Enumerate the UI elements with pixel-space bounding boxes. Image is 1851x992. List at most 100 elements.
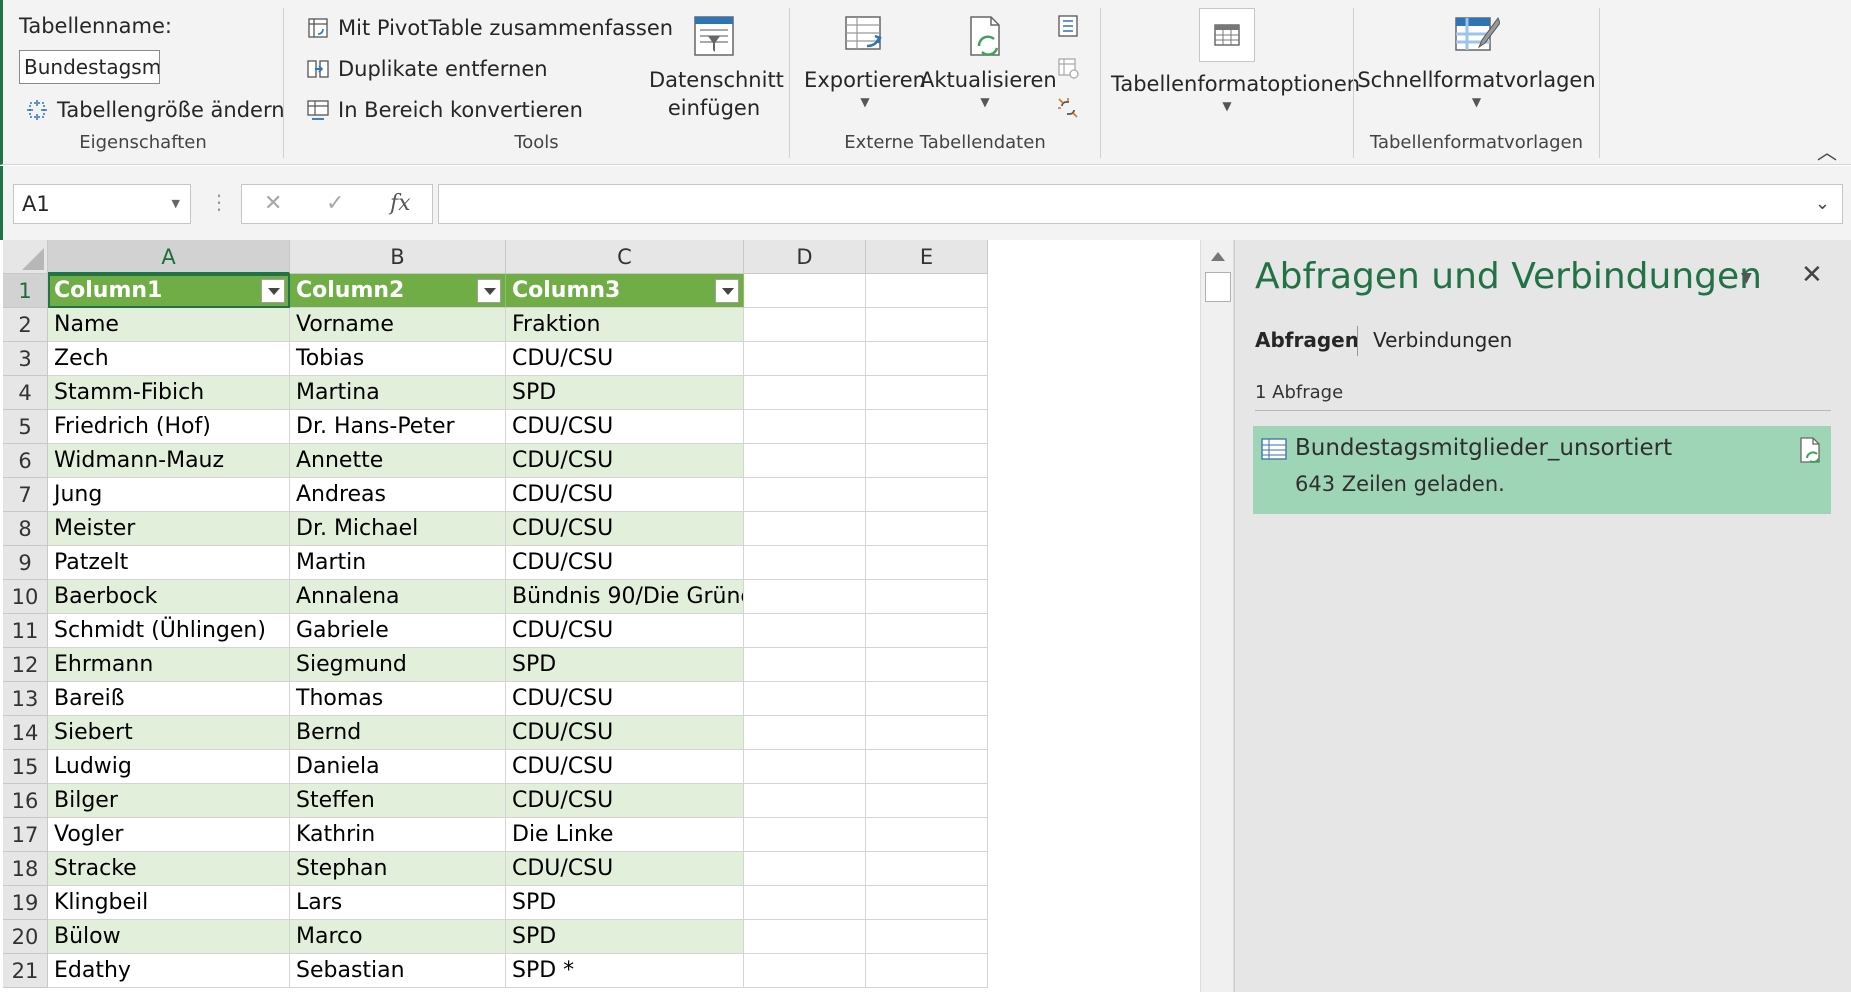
cell[interactable]: Stracke bbox=[48, 852, 290, 886]
name-box[interactable]: A1 ▼ bbox=[13, 184, 191, 224]
cell[interactable]: CDU/CSU bbox=[506, 716, 744, 750]
cell[interactable] bbox=[866, 444, 988, 478]
query-list-item[interactable]: Bundestagsmitglieder_unsortiert 643 Zeil… bbox=[1253, 426, 1831, 514]
cell[interactable]: Schmidt (Ühlingen) bbox=[48, 614, 290, 648]
cell[interactable]: Lars bbox=[290, 886, 506, 920]
cell[interactable]: Annalena bbox=[290, 580, 506, 614]
cell[interactable] bbox=[866, 886, 988, 920]
row-header[interactable]: 15 bbox=[3, 750, 48, 784]
cell[interactable]: Patzelt bbox=[48, 546, 290, 580]
cell[interactable]: Widmann-Mauz bbox=[48, 444, 290, 478]
cell[interactable]: Dr. Hans-Peter bbox=[290, 410, 506, 444]
convert-range-button[interactable]: In Bereich konvertieren bbox=[306, 98, 583, 122]
cell[interactable]: Annette bbox=[290, 444, 506, 478]
row-header[interactable]: 5 bbox=[3, 410, 48, 444]
cell[interactable]: Bülow bbox=[48, 920, 290, 954]
cell[interactable]: Gabriele bbox=[290, 614, 506, 648]
cell[interactable]: SPD bbox=[506, 376, 744, 410]
cell[interactable] bbox=[744, 920, 866, 954]
cell[interactable] bbox=[744, 784, 866, 818]
cell[interactable] bbox=[866, 410, 988, 444]
row-header[interactable]: 4 bbox=[3, 376, 48, 410]
cell[interactable]: Bündnis 90/Die Grünen bbox=[506, 580, 744, 614]
cell[interactable] bbox=[744, 478, 866, 512]
row-header[interactable]: 17 bbox=[3, 818, 48, 852]
formula-input[interactable]: ⌄ bbox=[438, 184, 1843, 224]
resize-table-button[interactable]: Tabellengröße ändern bbox=[25, 98, 285, 122]
cell[interactable] bbox=[866, 546, 988, 580]
row-header[interactable]: 3 bbox=[3, 342, 48, 376]
row-header[interactable]: 21 bbox=[3, 954, 48, 988]
cell[interactable]: Steffen bbox=[290, 784, 506, 818]
cell[interactable] bbox=[744, 852, 866, 886]
remove-duplicates-button[interactable]: Duplikate entfernen bbox=[306, 57, 548, 81]
row-header[interactable]: 14 bbox=[3, 716, 48, 750]
cell[interactable] bbox=[744, 274, 866, 308]
row-header[interactable]: 9 bbox=[3, 546, 48, 580]
cell[interactable] bbox=[866, 784, 988, 818]
cell[interactable]: CDU/CSU bbox=[506, 512, 744, 546]
cell[interactable]: Meister bbox=[48, 512, 290, 546]
row-header[interactable]: 18 bbox=[3, 852, 48, 886]
cell[interactable]: Vorname bbox=[290, 308, 506, 342]
cell[interactable]: Die Linke bbox=[506, 818, 744, 852]
cell[interactable] bbox=[744, 682, 866, 716]
cell[interactable]: CDU/CSU bbox=[506, 478, 744, 512]
cancel-formula-icon[interactable]: ✕ bbox=[264, 191, 282, 216]
cell[interactable] bbox=[744, 750, 866, 784]
filter-dropdown-icon[interactable] bbox=[477, 279, 501, 303]
cell[interactable] bbox=[744, 512, 866, 546]
filter-dropdown-icon[interactable] bbox=[261, 279, 285, 303]
row-header[interactable]: 20 bbox=[3, 920, 48, 954]
cell[interactable] bbox=[866, 512, 988, 546]
cell[interactable] bbox=[866, 750, 988, 784]
row-header[interactable]: 6 bbox=[3, 444, 48, 478]
collapse-ribbon-icon[interactable]: ︿ bbox=[1817, 136, 1837, 165]
cell[interactable]: Bilger bbox=[48, 784, 290, 818]
table-format-options-button[interactable]: Tabellenformatoptionen ▼ bbox=[1111, 8, 1360, 114]
cell[interactable]: Vogler bbox=[48, 818, 290, 852]
cell[interactable] bbox=[744, 308, 866, 342]
row-header[interactable]: 8 bbox=[3, 512, 48, 546]
vertical-scrollbar[interactable] bbox=[1200, 240, 1234, 992]
cell[interactable]: Siebert bbox=[48, 716, 290, 750]
tab-connections[interactable]: Verbindungen bbox=[1373, 328, 1512, 352]
cell[interactable] bbox=[866, 342, 988, 376]
cell[interactable]: Daniela bbox=[290, 750, 506, 784]
cell[interactable] bbox=[744, 444, 866, 478]
cell[interactable]: Sebastian bbox=[290, 954, 506, 988]
row-header[interactable]: 7 bbox=[3, 478, 48, 512]
cell[interactable]: Edathy bbox=[48, 954, 290, 988]
column-header-a[interactable]: A bbox=[48, 240, 290, 274]
cell[interactable]: SPD bbox=[506, 648, 744, 682]
cell[interactable] bbox=[866, 954, 988, 988]
row-header[interactable]: 2 bbox=[3, 308, 48, 342]
table-header-cell[interactable]: Column1 bbox=[48, 274, 290, 308]
column-header-c[interactable]: C bbox=[506, 240, 744, 274]
worksheet-grid[interactable]: ABCDE 1 Column1 Column2 Column3 2 Name Vorname… bbox=[0, 240, 1200, 992]
cell[interactable] bbox=[744, 954, 866, 988]
cell[interactable] bbox=[866, 920, 988, 954]
pane-menu-icon[interactable]: ▼ bbox=[1741, 270, 1752, 286]
cell[interactable] bbox=[744, 410, 866, 444]
row-header[interactable]: 10 bbox=[3, 580, 48, 614]
properties-icon[interactable] bbox=[1056, 14, 1080, 38]
cell[interactable] bbox=[866, 580, 988, 614]
cell[interactable]: Siegmund bbox=[290, 648, 506, 682]
cell[interactable] bbox=[744, 648, 866, 682]
pane-close-icon[interactable]: ✕ bbox=[1801, 260, 1823, 290]
select-all-button[interactable] bbox=[3, 240, 48, 274]
cell[interactable] bbox=[866, 818, 988, 852]
cell[interactable] bbox=[866, 478, 988, 512]
column-header-b[interactable]: B bbox=[290, 240, 506, 274]
cell[interactable]: CDU/CSU bbox=[506, 614, 744, 648]
row-header[interactable]: 1 bbox=[3, 274, 48, 308]
cell[interactable] bbox=[744, 614, 866, 648]
enter-formula-icon[interactable]: ✓ bbox=[326, 191, 344, 216]
formula-bar-grip-icon[interactable]: ⋮ bbox=[209, 190, 229, 214]
quick-styles-button[interactable]: Schnellformatvorlagen ▼ bbox=[1354, 14, 1599, 110]
cell[interactable] bbox=[866, 682, 988, 716]
insert-slicer-button[interactable]: Datenschnitt einfügen bbox=[649, 14, 784, 122]
cell[interactable]: CDU/CSU bbox=[506, 852, 744, 886]
cell[interactable] bbox=[744, 818, 866, 852]
